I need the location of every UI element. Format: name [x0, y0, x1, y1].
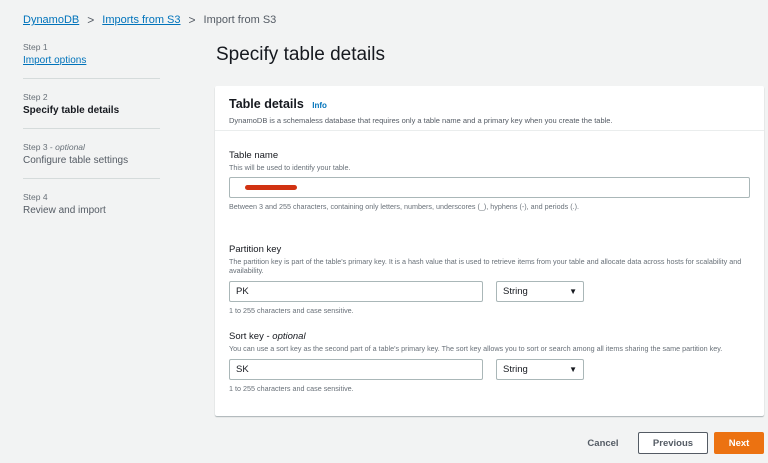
- breadcrumb-separator: >: [87, 13, 95, 27]
- step-3: Step 3 - optional Configure table settin…: [23, 142, 160, 166]
- sort-key-hint: 1 to 255 characters and case sensitive.: [229, 384, 354, 393]
- wizard-steps: Step 1 Import options Step 2 Specify tab…: [23, 42, 160, 216]
- previous-button[interactable]: Previous: [638, 432, 708, 454]
- table-details-panel: Table details Info DynamoDB is a schemal…: [215, 86, 764, 416]
- table-name-description: This will be used to identify your table…: [229, 163, 351, 172]
- next-button[interactable]: Next: [714, 432, 764, 454]
- step-divider: [23, 78, 160, 79]
- step-2: Step 2 Specify table details: [23, 92, 160, 116]
- sort-key-label: Sort key - optional: [229, 331, 306, 342]
- page-title: Specify table details: [216, 44, 385, 65]
- sort-key-description: You can use a sort key as the second par…: [229, 344, 723, 353]
- breadcrumb: DynamoDB > Imports from S3 > Import from…: [23, 13, 276, 27]
- panel-title: Table details: [229, 97, 304, 111]
- step-4-title: Review and import: [23, 205, 106, 216]
- cancel-button[interactable]: Cancel: [578, 432, 628, 454]
- sort-key-type-select[interactable]: String ▼: [496, 359, 584, 380]
- step-1: Step 1 Import options: [23, 42, 160, 66]
- partition-key-label: Partition key: [229, 244, 282, 255]
- table-name-label: Table name: [229, 150, 279, 161]
- step-label: Step 3 - optional: [23, 142, 85, 152]
- table-name-field: Table name This will be used to identify…: [229, 150, 750, 211]
- step-2-title: Specify table details: [23, 105, 120, 116]
- step-3-title: Configure table settings: [23, 155, 129, 166]
- redaction-mark: [245, 185, 297, 190]
- info-link[interactable]: Info: [312, 101, 327, 110]
- table-name-hint: Between 3 and 255 characters, containing…: [229, 202, 579, 211]
- step-1-link[interactable]: Import options: [23, 55, 160, 66]
- partition-key-description: The partition key is part of the table's…: [229, 257, 742, 275]
- step-label: Step 1: [23, 42, 48, 52]
- sort-key-type-value: String: [503, 364, 528, 375]
- breadcrumb-dynamodb-link[interactable]: DynamoDB: [23, 14, 79, 26]
- step-divider: [23, 128, 160, 129]
- breadcrumb-separator: >: [188, 13, 196, 27]
- sort-key-optional-label: optional: [272, 331, 306, 342]
- step-label: Step 4: [23, 192, 48, 202]
- partition-key-type-value: String: [503, 286, 528, 297]
- sort-key-input[interactable]: [229, 359, 483, 380]
- step-4: Step 4 Review and import: [23, 192, 160, 216]
- partition-key-field: Partition key The partition key is part …: [229, 244, 750, 315]
- table-name-input[interactable]: [229, 177, 750, 198]
- breadcrumb-current: Import from S3: [203, 14, 277, 26]
- partition-key-hint: 1 to 255 characters and case sensitive.: [229, 306, 354, 315]
- step-divider: [23, 178, 160, 179]
- step-label: Step 2: [23, 92, 48, 102]
- caret-down-icon: ▼: [569, 287, 577, 296]
- caret-down-icon: ▼: [569, 365, 577, 374]
- sort-key-field: Sort key - optional You can use a sort k…: [229, 331, 750, 393]
- step-optional-label: optional: [55, 142, 85, 152]
- partition-key-type-select[interactable]: String ▼: [496, 281, 584, 302]
- panel-description: DynamoDB is a schemaless database that r…: [229, 116, 613, 125]
- partition-key-input[interactable]: [229, 281, 483, 302]
- breadcrumb-imports-link[interactable]: Imports from S3: [102, 14, 180, 26]
- panel-header: Table details Info DynamoDB is a schemal…: [215, 86, 764, 131]
